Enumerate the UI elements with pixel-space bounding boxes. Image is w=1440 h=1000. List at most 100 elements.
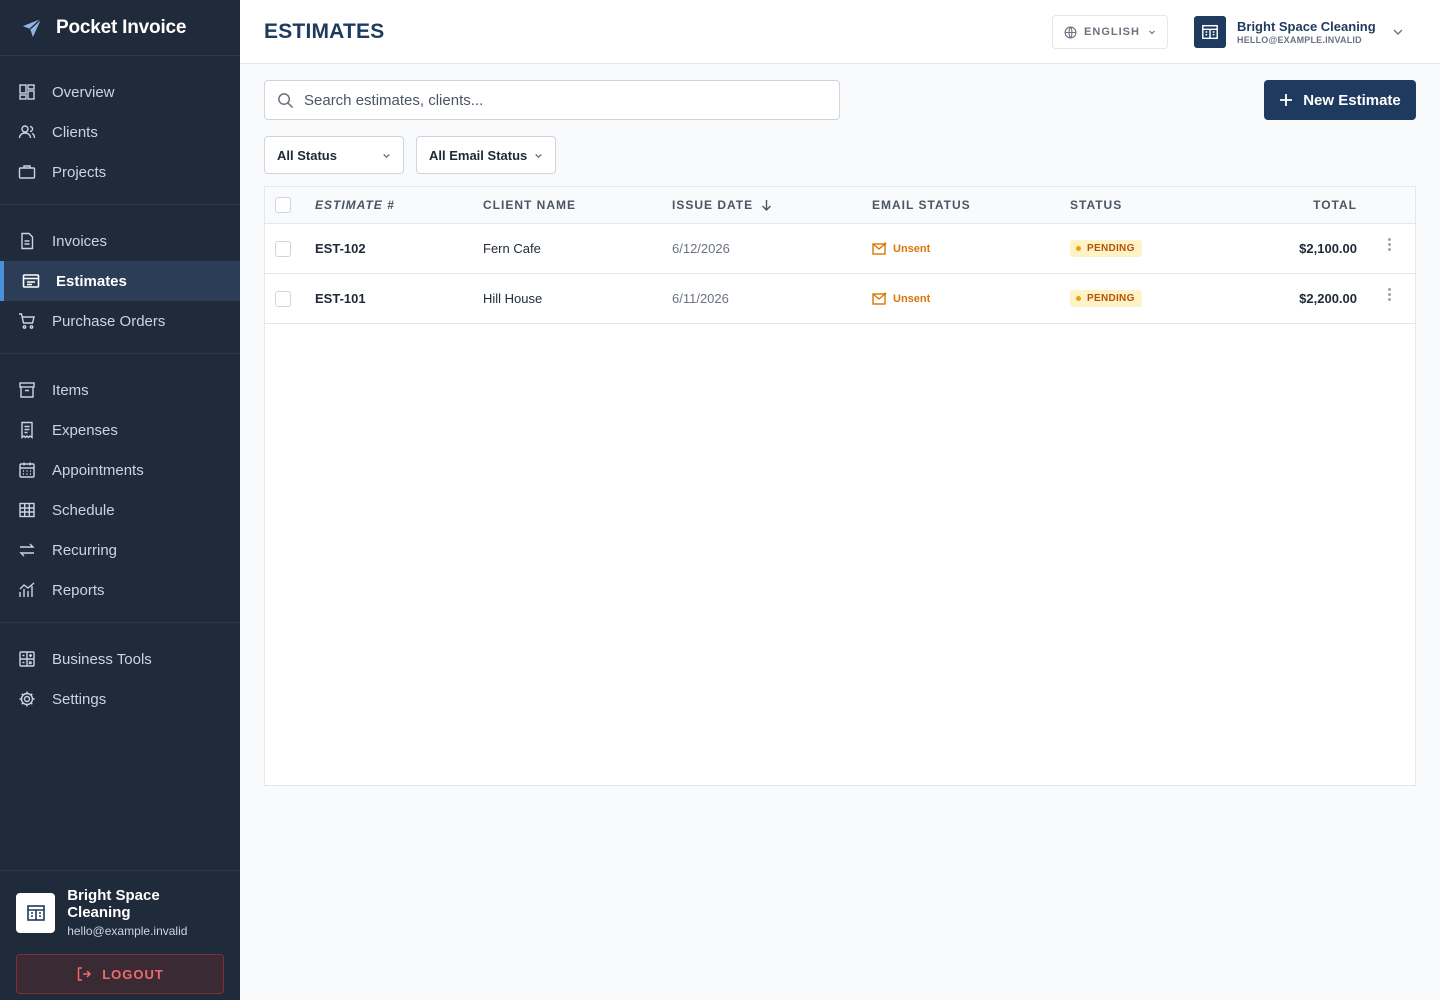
header-checkbox-cell [275,187,291,223]
search-box [264,80,840,120]
issue-date: 6/11/2026 [672,291,729,306]
column-header-issue-date[interactable]: ISSUE DATE [672,187,772,223]
sidebar-item-settings[interactable]: Settings [0,679,240,719]
app-name: Pocket Invoice [56,16,187,38]
column-header-estimate-number[interactable]: ESTIMATE # [315,187,395,223]
email-status-filter[interactable]: All Email Status [416,136,556,174]
cart-icon [18,312,36,330]
sidebar-footer: Bright Space Cleaning hello@example.inva… [0,870,240,1000]
sidebar-item-recurring[interactable]: Recurring [0,530,240,570]
logout-label: LOGOUT [102,966,164,982]
issue-date: 6/12/2026 [672,241,730,256]
status-dot [1076,246,1081,251]
client-name: Hill House [483,291,543,306]
status-badge: PENDING [1070,240,1142,257]
row-menu-cell [1384,274,1395,323]
sidebar-item-label: Items [52,381,89,399]
sidebar-item-label: Recurring [52,541,118,559]
sidebar-item-schedule[interactable]: Schedule [0,490,240,530]
sidebar-item-appointments[interactable]: Appointments [0,450,240,490]
account-email: hello@example.invalid [67,924,188,938]
sidebar-item-label: Business Tools [52,650,152,668]
top-header: ESTIMATES ENGLISH Bright Space Cleaning … [240,0,1440,64]
column-header-email-status[interactable]: EMAIL STATUS [872,187,971,223]
globe-icon [1064,26,1077,39]
client-name: Fern Cafe [483,241,541,256]
sidebar-item-estimates[interactable]: Estimates [0,261,240,301]
sidebar-item-label: Clients [52,123,98,141]
status-label: PENDING [1087,293,1135,304]
sidebar-item-label: Appointments [52,461,144,479]
more-options-icon[interactable] [1384,285,1395,304]
email-status-label: Unsent [893,242,931,255]
table-row[interactable]: EST-101 Hill House 6/11/2026 Unsent PEND… [265,274,1415,324]
paper-plane-icon [20,16,44,40]
new-estimate-label: New Estimate [1303,91,1401,109]
column-header-client-name[interactable]: CLIENT NAME [483,187,576,223]
header-company-name: Bright Space Cleaning [1237,19,1376,34]
table-row[interactable]: EST-102 Fern Cafe 6/12/2026 Unsent PENDI… [265,224,1415,274]
new-estimate-button[interactable]: New Estimate [1264,80,1416,120]
status-badge: PENDING [1070,290,1142,307]
tools-icon [18,650,36,668]
clients-icon [18,123,36,141]
email-status-cell: Unsent [872,274,930,323]
column-header-total[interactable]: TOTAL [1313,187,1357,223]
sidebar-item-label: Expenses [52,421,118,439]
sidebar-item-items[interactable]: Items [0,370,240,410]
search-icon [277,92,294,109]
email-status: Unsent [872,242,930,255]
email-status: Unsent [872,292,930,305]
sidebar-item-purchase-orders[interactable]: Purchase Orders [0,301,240,341]
email-status-filter-label: All Email Status [429,147,528,163]
logout-button[interactable]: LOGOUT [16,954,224,994]
gear-icon [18,690,36,708]
header-company-email: HELLO@EXAMPLE.INVALID [1237,35,1362,45]
estimate-number[interactable]: EST-102 [315,224,366,273]
items-icon [18,381,36,399]
language-selector[interactable]: ENGLISH [1052,15,1168,49]
sidebar-item-clients[interactable]: Clients [0,112,240,152]
sidebar-item-expenses[interactable]: Expenses [0,410,240,450]
page-title: ESTIMATES [264,19,385,43]
status-filter[interactable]: All Status [264,136,404,174]
brand[interactable]: Pocket Invoice [0,0,240,56]
mail-icon [872,242,887,255]
sidebar-item-label: Purchase Orders [52,312,166,330]
sidebar-item-business-tools[interactable]: Business Tools [0,639,240,679]
nav-group-sales: Invoices Estimates Purchase Orders [0,205,240,354]
sidebar-item-label: Schedule [52,501,115,519]
select-all-checkbox[interactable] [275,197,291,213]
calendar-icon [18,461,36,479]
account-company-name: Bright Space Cleaning [67,887,160,921]
sidebar-item-invoices[interactable]: Invoices [0,221,240,261]
email-status-cell: Unsent [872,224,930,273]
column-header-status[interactable]: STATUS [1070,187,1122,223]
sidebar-item-label: Projects [52,163,107,181]
total-amount: $2,200.00 [1299,291,1357,306]
sidebar-item-projects[interactable]: Projects [0,152,240,192]
sidebar-item-label: Estimates [56,272,127,290]
row-checkbox[interactable] [275,240,291,257]
estimate-number[interactable]: EST-101 [315,274,366,323]
column-header-label: ISSUE DATE [672,198,754,212]
more-options-icon[interactable] [1384,235,1395,254]
chevron-down-icon [534,151,543,160]
row-checkbox[interactable] [275,290,291,307]
sidebar-item-label: Reports [52,581,105,599]
search-input[interactable] [304,91,824,109]
account-info[interactable]: Bright Space Cleaning hello@example.inva… [16,887,224,938]
logout-icon [76,966,92,982]
overview-icon [18,83,36,101]
status-dot [1076,296,1081,301]
sidebar-item-reports[interactable]: Reports [0,570,240,610]
nav-group-system: Business Tools Settings [0,623,240,731]
chevron-down-icon [382,151,391,160]
company-switcher[interactable]: Bright Space Cleaning HELLO@EXAMPLE.INVA… [1194,16,1404,48]
projects-icon [18,163,36,181]
total-amount: $2,100.00 [1299,241,1357,256]
sidebar-item-overview[interactable]: Overview [0,72,240,112]
status-label: PENDING [1087,243,1135,254]
status-cell: PENDING [1070,274,1142,323]
invoice-icon [18,232,36,250]
